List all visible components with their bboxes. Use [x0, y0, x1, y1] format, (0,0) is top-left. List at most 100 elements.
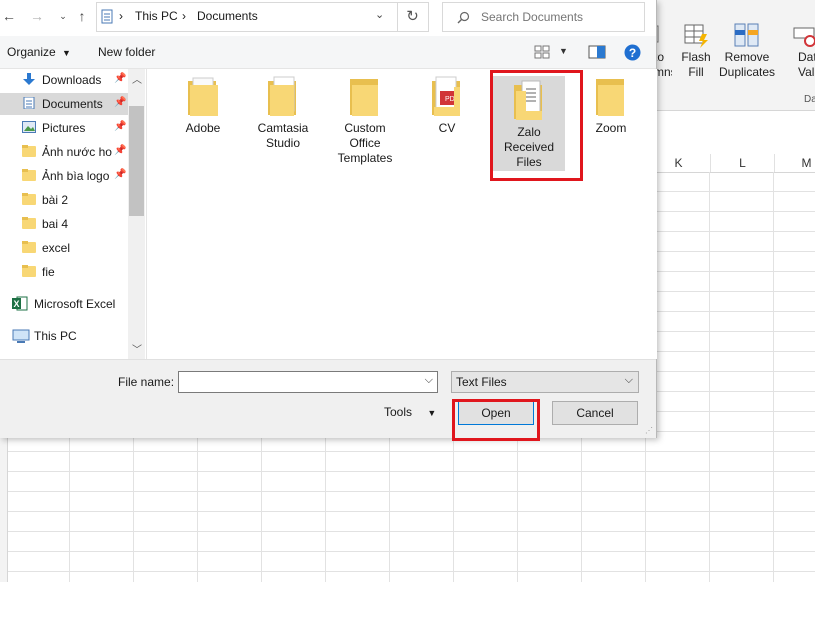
dialog-footer: File name: ⌵ Text Files ⌵ Tools ▼ Open C…: [0, 359, 656, 438]
chevron-down-icon[interactable]: ⌄: [375, 8, 384, 21]
download-icon: [23, 73, 35, 85]
up-button[interactable]: ↑: [73, 6, 91, 26]
file-type-select[interactable]: Text Files ⌵: [451, 371, 639, 393]
nav-item-downloads[interactable]: Downloads 📌: [0, 69, 128, 91]
refresh-button[interactable]: ↻: [397, 2, 429, 32]
refresh-icon: ↻: [406, 8, 419, 25]
svg-text:X: X: [13, 299, 19, 309]
nav-item-label: Microsoft Excel: [34, 297, 116, 311]
nav-item-documents[interactable]: Documents 📌: [0, 93, 128, 115]
organize-button[interactable]: Organize ▼: [7, 45, 71, 59]
forward-button[interactable]: →: [28, 6, 46, 26]
dropdown-arrow-icon: ▼: [427, 408, 437, 418]
nav-item-folder[interactable]: bai 4: [0, 213, 128, 235]
search-box[interactable]: [442, 2, 645, 32]
organize-label: Organize: [7, 45, 56, 59]
folder-tile-adobe[interactable]: Adobe: [165, 75, 241, 136]
folder-label: Zoom: [595, 121, 627, 135]
remove-duplicates-button[interactable]: Remove Duplicates: [717, 22, 777, 80]
nav-item-label: bài 2: [42, 193, 69, 207]
tools-label: Tools: [384, 405, 413, 419]
nav-item-folder[interactable]: excel: [0, 237, 128, 259]
scroll-down-icon[interactable]: ﹀: [132, 341, 142, 356]
view-dropdown-icon[interactable]: ▼: [559, 46, 568, 56]
nav-item-label: Ảnh nước ho: [42, 145, 112, 159]
folder-icon: PDF: [432, 75, 462, 117]
chevron-down-icon: ⌄: [59, 11, 67, 21]
address-bar[interactable]: › This PC › Documents ⌄: [96, 2, 398, 32]
breadcrumb-this-pc[interactable]: This PC: [135, 9, 178, 23]
pin-icon: 📌: [114, 145, 127, 156]
resize-grip-icon[interactable]: ⋰: [645, 426, 653, 435]
folder-label: Camtasia Studio: [257, 121, 309, 150]
back-button[interactable]: ←: [0, 6, 18, 26]
folder-icon: [188, 75, 218, 117]
nav-item-pictures[interactable]: Pictures 📌: [0, 117, 128, 139]
file-name-input[interactable]: [183, 374, 419, 391]
help-icon[interactable]: ?: [624, 44, 641, 61]
command-bar: Organize ▼ New folder ▼ ?: [0, 36, 656, 69]
dropdown-arrow-icon: ▼: [62, 48, 71, 58]
nav-item-label: Ảnh bìa logo: [42, 169, 110, 183]
folder-tile-zoom[interactable]: Zoom: [573, 75, 649, 136]
file-name-combobox[interactable]: ⌵: [178, 371, 438, 393]
pin-icon: 📌: [114, 73, 127, 84]
ribbon-label: Data Validation: [798, 50, 815, 79]
folder-icon: [22, 217, 36, 229]
dialog-toolbar: ← → ⌄ ↑ › This PC › Documents ⌄ ↻: [0, 0, 656, 34]
preview-pane-icon[interactable]: [588, 45, 606, 59]
nav-item-label: bai 4: [42, 217, 69, 231]
nav-item-microsoft-excel[interactable]: X Microsoft Excel: [0, 293, 128, 315]
folder-tile-camtasia-studio[interactable]: Camtasia Studio: [245, 75, 321, 151]
nav-item-folder[interactable]: bài 2: [0, 189, 128, 211]
recent-locations-button[interactable]: ⌄: [54, 6, 72, 26]
breadcrumb-separator: ›: [182, 9, 186, 23]
search-input[interactable]: [479, 8, 638, 26]
breadcrumb-documents[interactable]: Documents: [197, 9, 258, 23]
nav-item-folder[interactable]: Ảnh bìa logo 📌: [0, 165, 128, 187]
nav-item-folder[interactable]: fie: [0, 261, 128, 283]
back-arrow-icon: ←: [2, 8, 16, 24]
folder-label: Custom Office Templates: [337, 121, 393, 165]
chevron-down-icon: ⌵: [624, 374, 633, 386]
data-validation-button[interactable]: Data Validation: [782, 22, 815, 80]
up-arrow-icon: ↑: [78, 8, 86, 24]
nav-item-label: Documents: [42, 97, 103, 111]
nav-item-label: Downloads: [42, 73, 102, 87]
column-header[interactable]: L: [711, 154, 775, 172]
open-file-dialog: ← → ⌄ ↑ › This PC › Documents ⌄ ↻ Organi…: [0, 0, 657, 438]
file-type-value: Text Files: [456, 375, 507, 389]
flash-fill-button[interactable]: Flash Fill: [678, 22, 714, 80]
ribbon-group-label: Da: [804, 94, 815, 105]
svg-text:?: ?: [629, 46, 636, 60]
flash-fill-icon: [684, 24, 708, 48]
nav-item-folder[interactable]: Ảnh nước ho 📌: [0, 141, 128, 163]
new-folder-button[interactable]: New folder: [98, 45, 155, 59]
file-name-label: File name:: [118, 375, 175, 389]
pin-icon: 📌: [114, 169, 127, 180]
cancel-button[interactable]: Cancel: [552, 401, 638, 425]
scroll-up-icon[interactable]: ︿: [132, 71, 142, 86]
folder-icon: [350, 75, 380, 117]
folder-tile-cv[interactable]: PDF CV: [409, 75, 485, 136]
ribbon-label: Flash Fill: [681, 50, 711, 79]
column-header[interactable]: M: [775, 154, 815, 172]
folder-tile-custom-office-templates[interactable]: Custom Office Templates: [327, 75, 403, 166]
folder-label: CV: [438, 121, 456, 135]
change-view-icon[interactable]: [534, 45, 550, 59]
nav-item-label: fie: [42, 265, 55, 279]
remove-duplicates-icon: [734, 23, 759, 47]
ribbon-label: Remove Duplicates: [718, 50, 776, 79]
data-validation-icon: [793, 27, 815, 47]
search-icon: [457, 11, 470, 24]
folder-icon: [22, 193, 36, 205]
nav-item-label: Pictures: [42, 121, 86, 135]
tools-button[interactable]: Tools ▼: [384, 405, 436, 419]
nav-scrollbar-thumb[interactable]: [129, 106, 144, 216]
folder-icon: [22, 265, 36, 277]
excel-icon: X: [12, 296, 28, 311]
folder-icon: [596, 75, 626, 117]
highlight-box-open-button: [452, 399, 540, 441]
chevron-down-icon[interactable]: ⌵: [425, 374, 433, 387]
nav-item-this-pc[interactable]: This PC: [0, 325, 128, 347]
